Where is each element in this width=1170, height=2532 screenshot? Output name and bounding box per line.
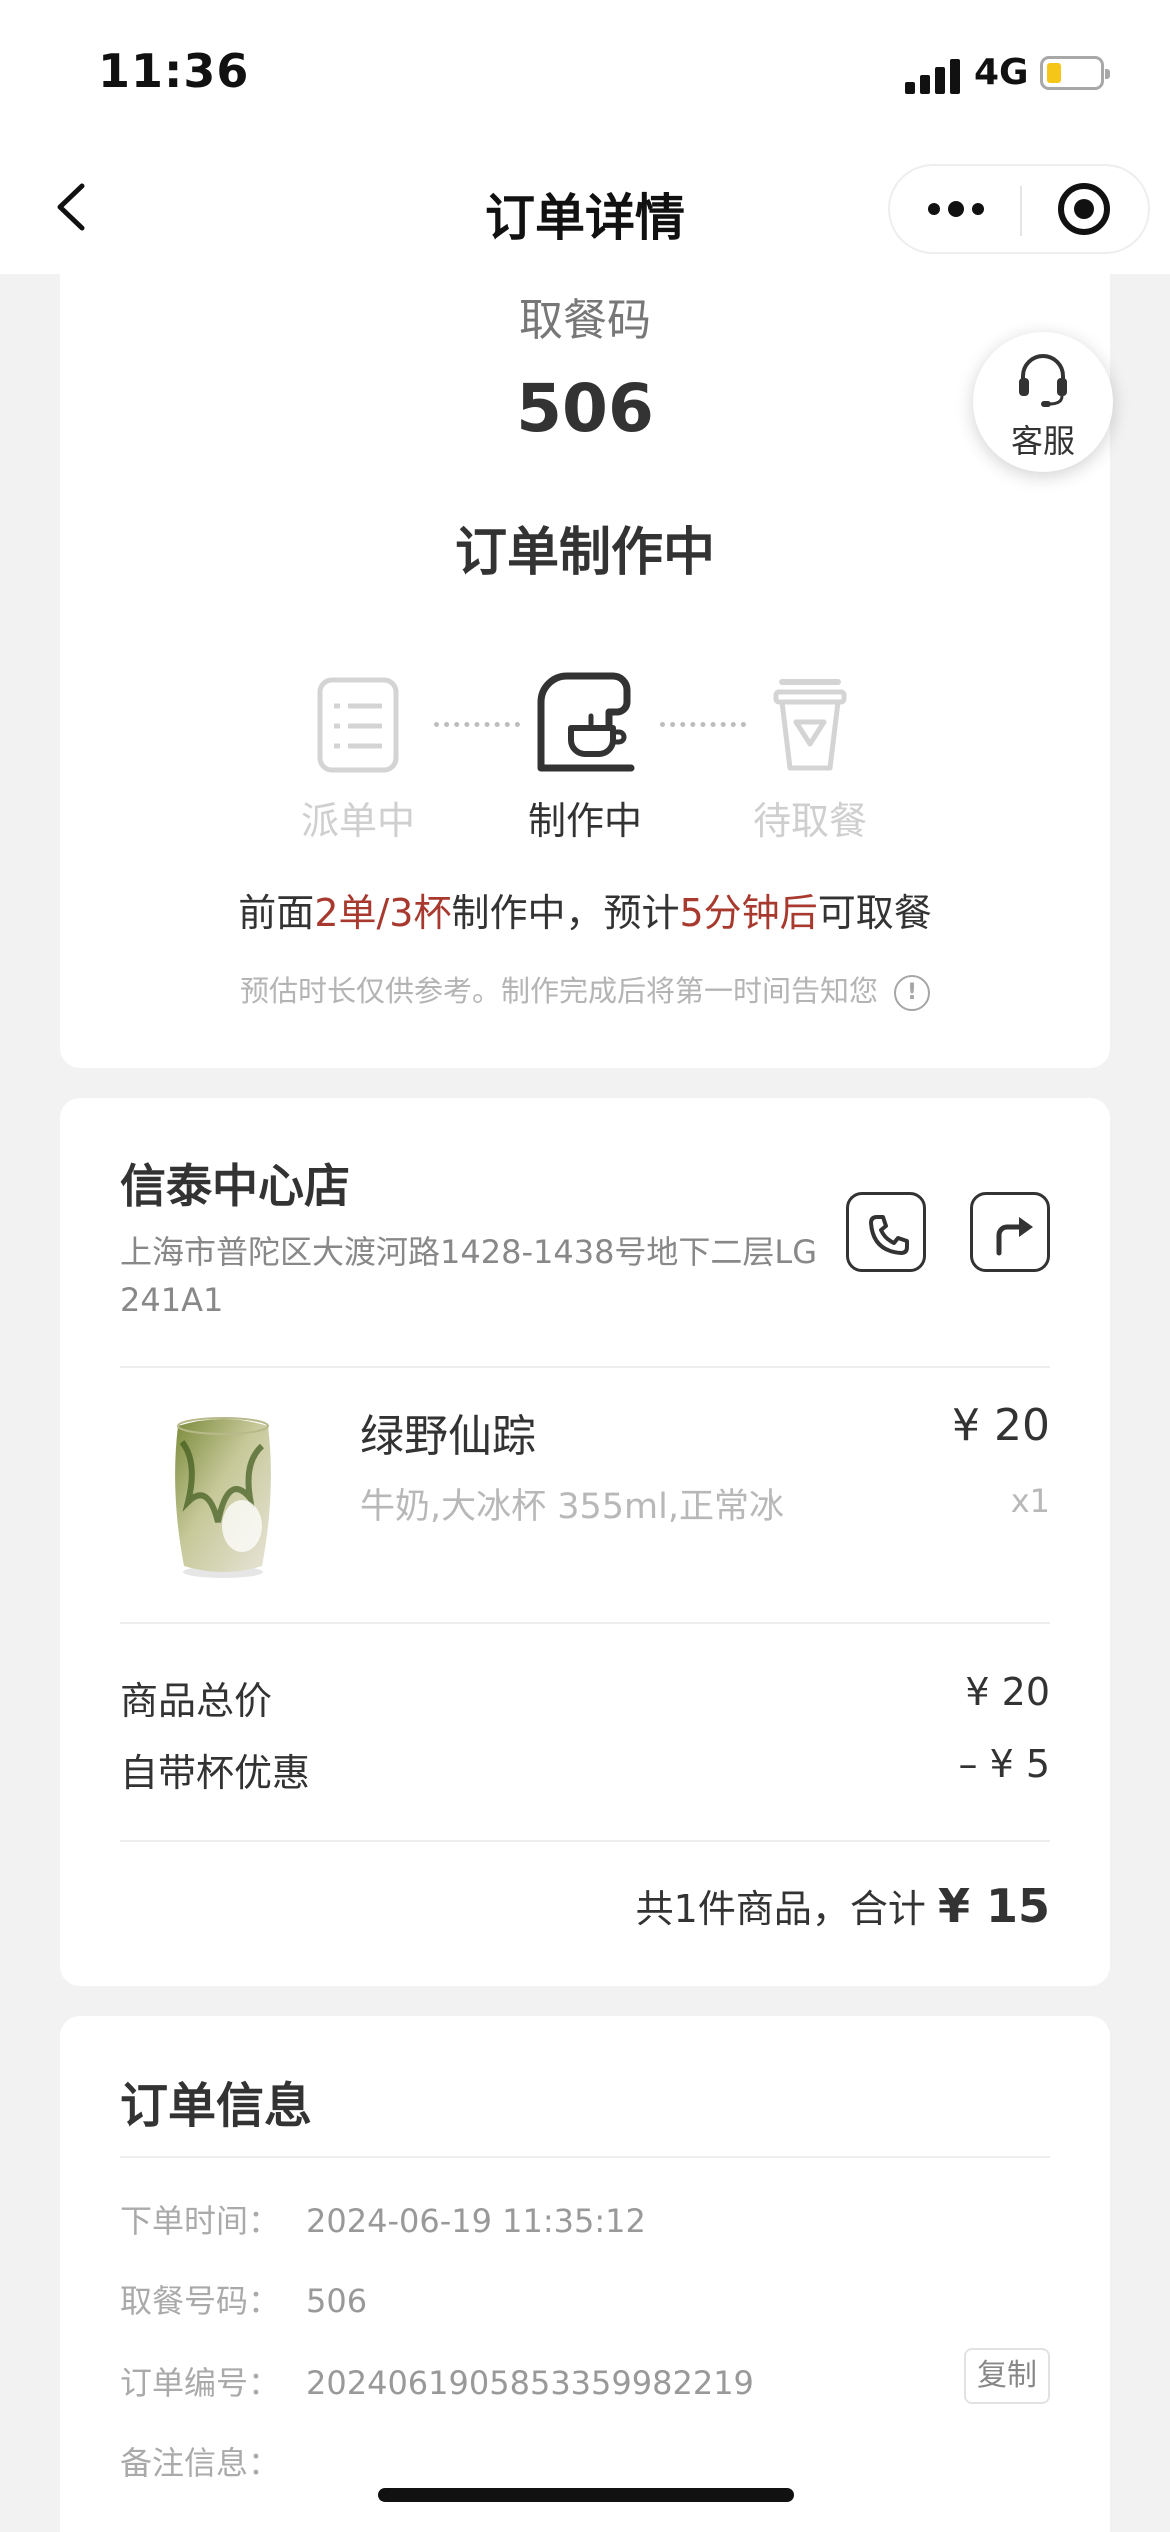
mini-program-capsule [888, 164, 1150, 254]
queue-time: 5分钟后 [679, 891, 818, 935]
status-bar: 11:36 4G [0, 0, 1170, 140]
cup-icon [773, 679, 847, 771]
divider [120, 2156, 1050, 2158]
pickup-number-row: 取餐号码： 506 [120, 2282, 368, 2320]
pickup-code: 506 [516, 370, 654, 447]
phone-icon [869, 1215, 909, 1255]
step-dispatching: 派单中 [268, 676, 448, 845]
close-mini-program-button[interactable] [1058, 183, 1110, 235]
order-number: 20240619058533599822​19 [306, 2364, 754, 2402]
divider [120, 1366, 1050, 1368]
home-indicator[interactable] [378, 2488, 794, 2502]
queue-status-text: 前面2单/3杯制作中，预计5分钟后可取餐 [238, 891, 932, 935]
navigate-button[interactable] [970, 1192, 1050, 1272]
store-order-card: 信泰中心店 上海市普陀区大渡河路1428-1438号地下二层LG241A1 绿野… [60, 1098, 1110, 1986]
discount-value: – ¥ 5 [958, 1742, 1050, 1786]
order-state: 订单制作中 [454, 523, 715, 583]
order-total-amount: ¥ 15 [937, 1879, 1050, 1933]
product-spec: 牛奶,大冰杯 355ml,正常冰 [360, 1487, 784, 1527]
store-address: 上海市普陀区大渡河路1428-1438号地下二层LG241A1 [120, 1233, 818, 1319]
signal-icon [905, 58, 961, 94]
battery-icon [1040, 56, 1110, 90]
order-time: 2024-06-19 11:35:12 [306, 2202, 646, 2240]
step-label: 派单中 [300, 799, 415, 843]
product-image [175, 1417, 271, 1578]
product-name: 绿野仙踪 [360, 1411, 536, 1462]
queue-count: 2单/3杯 [314, 891, 452, 935]
order-number-row: 订单编号： 20240619058533599822​19 [120, 2364, 754, 2402]
list-icon [317, 677, 399, 773]
call-store-button[interactable] [846, 1192, 926, 1272]
order-info-card: 订单信息 下单时间： 2024-06-19 11:35:12 取餐号码： 506 订… [60, 2016, 1110, 2532]
estimate-note: 预估时长仅供参考。制作完成后将第一时间告知您! [60, 968, 1110, 1011]
order-total: 共1件商品，合计 ¥ 15 [636, 1878, 1050, 1933]
network-type: 4G [974, 52, 1029, 93]
step-label: 制作中 [527, 799, 642, 843]
remark-row: 备注信息： [120, 2444, 281, 2482]
divider [120, 1622, 1050, 1624]
step-label: 待取餐 [752, 799, 867, 843]
divider [120, 1840, 1050, 1842]
step-making: 制作中 [495, 672, 675, 845]
status-time: 11:36 [98, 44, 250, 98]
more-button[interactable] [890, 166, 1020, 252]
order-status-card: 取餐码 506 订单制作中 客服 派单中 制作中 待取餐 前面2单/3杯制作中，… [60, 274, 1113, 1068]
product-price: ¥ 20 [952, 1400, 1050, 1451]
screen: 11:36 4G 订单详情 取餐码 506 订单制作中 客服 派单中 制作中 待… [0, 0, 1170, 2532]
order-info-title: 订单信息 [120, 2078, 313, 2134]
nav-bar: 订单详情 [0, 140, 1170, 274]
pickup-code-label: 取餐码 [519, 295, 651, 346]
pickup-number: 506 [306, 2282, 368, 2320]
order-time-row: 下单时间： 2024-06-19 11:35:12 [120, 2202, 646, 2240]
step-ready: 待取餐 [720, 676, 900, 845]
coffee-machine-icon [537, 672, 635, 772]
customer-service-label: 客服 [1010, 422, 1075, 460]
discount-label: 自带杯优惠 [120, 1751, 311, 1795]
copy-order-number-button[interactable]: 复制 [964, 2348, 1050, 2404]
customer-service-button[interactable]: 客服 [973, 332, 1113, 472]
product-quantity: x1 [1010, 1482, 1050, 1520]
subtotal-value: ¥ 20 [965, 1670, 1050, 1714]
order-total-label: 共1件商品，合计 [635, 1887, 926, 1931]
subtotal-label: 商品总价 [120, 1679, 273, 1723]
info-icon[interactable]: ! [894, 975, 930, 1011]
headset-icon [1019, 354, 1067, 407]
store-name: 信泰中心店 [120, 1159, 350, 1213]
directions-icon [996, 1217, 1033, 1256]
